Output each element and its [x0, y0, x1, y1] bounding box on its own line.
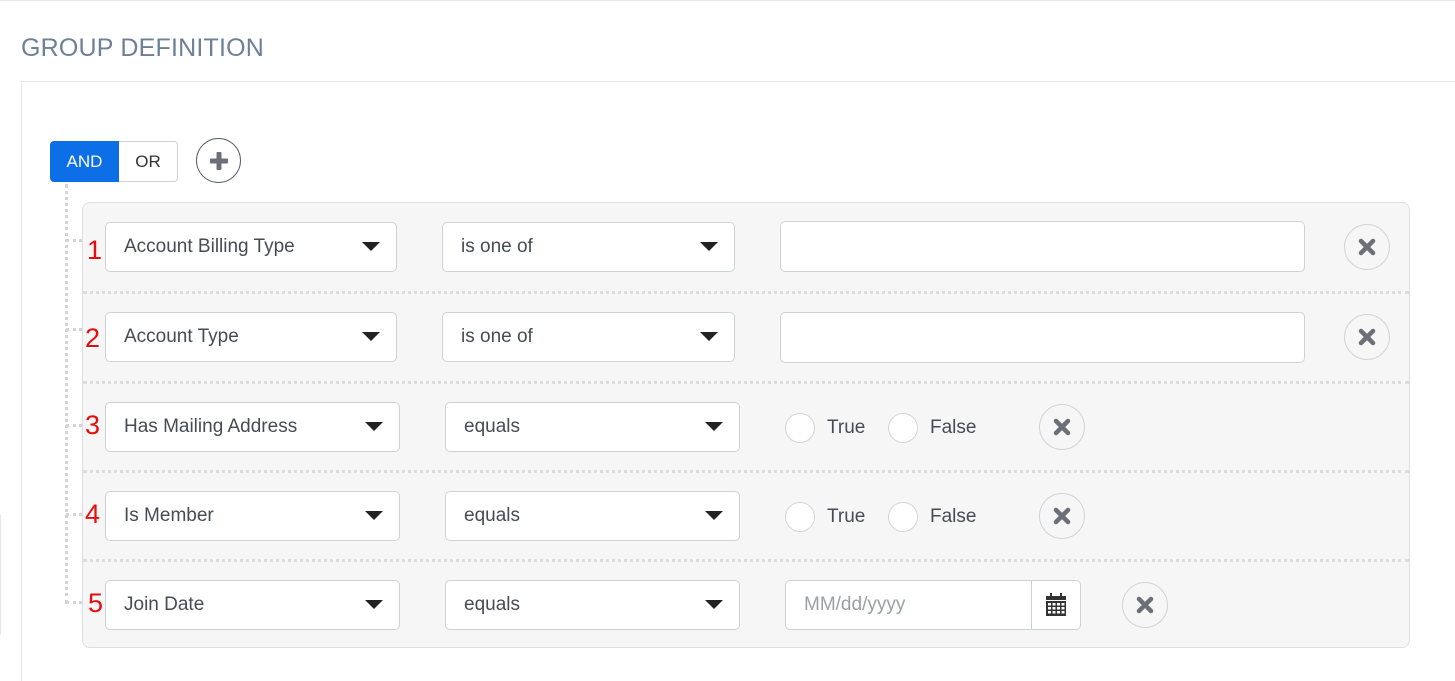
operator-select[interactable]: is one of — [442, 222, 735, 272]
close-icon — [1358, 328, 1376, 346]
tree-branch — [66, 239, 82, 242]
field-select[interactable]: Account Billing Type — [105, 222, 397, 272]
close-icon — [1053, 507, 1071, 525]
and-button[interactable]: AND — [50, 141, 119, 182]
false-label: False — [930, 417, 977, 438]
rule-number: 5 — [88, 588, 104, 618]
operator-select-value: is one of — [461, 326, 533, 347]
operator-select-value: is one of — [461, 236, 533, 257]
remove-rule-button[interactable] — [1039, 404, 1085, 450]
tree-branch — [66, 513, 82, 516]
field-select[interactable]: Has Mailing Address — [105, 402, 400, 452]
false-radio[interactable] — [888, 502, 918, 532]
caret-down-icon — [700, 242, 718, 251]
caret-down-icon — [362, 242, 380, 251]
field-select-value: Has Mailing Address — [124, 416, 298, 437]
field-select-value: Is Member — [124, 505, 214, 526]
field-select-value: Join Date — [124, 594, 205, 615]
close-icon — [1136, 596, 1154, 614]
operator-select[interactable]: equals — [445, 580, 740, 630]
rule-row: 5 Join Date equals MM/dd/yyyy — [83, 561, 1409, 650]
remove-rule-button[interactable] — [1122, 582, 1168, 628]
caret-down-icon — [365, 511, 383, 520]
top-divider — [0, 0, 1455, 1]
false-radio[interactable] — [888, 413, 918, 443]
operator-select[interactable]: equals — [445, 402, 740, 452]
caret-down-icon — [365, 600, 383, 609]
remove-rule-button[interactable] — [1039, 493, 1085, 539]
calendar-button[interactable] — [1031, 581, 1080, 629]
rule-number: 4 — [85, 499, 101, 529]
caret-down-icon — [705, 511, 723, 520]
rule-row: 2 Account Type is one of — [83, 293, 1409, 382]
operator-select[interactable]: is one of — [442, 312, 735, 362]
rule-number: 2 — [85, 323, 101, 353]
or-button[interactable]: OR — [119, 141, 178, 182]
caret-down-icon — [700, 332, 718, 341]
field-select[interactable]: Account Type — [105, 312, 397, 362]
add-rule-button[interactable] — [196, 138, 241, 183]
true-radio[interactable] — [785, 502, 815, 532]
date-field[interactable]: MM/dd/yyyy — [786, 581, 1031, 629]
close-icon — [1053, 418, 1071, 436]
tree-branch — [66, 424, 82, 427]
field-select-value: Account Billing Type — [124, 236, 295, 257]
true-radio[interactable] — [785, 413, 815, 443]
logic-toggle: AND OR — [50, 141, 178, 182]
true-label: True — [827, 417, 866, 438]
true-option[interactable]: True — [785, 501, 865, 533]
tree-branch — [66, 328, 82, 331]
rules-container: 1 Account Billing Type is one of 2 Accou… — [82, 202, 1410, 648]
remove-rule-button[interactable] — [1344, 224, 1390, 270]
value-input[interactable] — [780, 221, 1305, 272]
false-option[interactable]: False — [888, 412, 976, 444]
close-icon — [1358, 238, 1376, 256]
false-option[interactable]: False — [888, 501, 976, 533]
rule-number: 1 — [87, 235, 103, 265]
true-option[interactable]: True — [785, 412, 865, 444]
operator-select-value: equals — [464, 505, 520, 526]
caret-down-icon — [705, 422, 723, 431]
tree-branch — [66, 601, 82, 604]
field-select-value: Account Type — [124, 326, 239, 347]
caret-down-icon — [365, 422, 383, 431]
operator-select-value: equals — [464, 416, 520, 437]
caret-down-icon — [362, 332, 380, 341]
calendar-icon — [1046, 593, 1066, 616]
rule-row: 1 Account Billing Type is one of — [83, 203, 1409, 292]
value-input[interactable] — [780, 312, 1305, 363]
field-select[interactable]: Is Member — [105, 491, 400, 541]
caret-down-icon — [705, 600, 723, 609]
rule-row: 4 Is Member equals True False — [83, 472, 1409, 561]
operator-select-value: equals — [464, 594, 520, 615]
left-edge-divider — [0, 515, 1, 635]
rule-row: 3 Has Mailing Address equals True False — [83, 383, 1409, 472]
rule-number: 3 — [85, 410, 101, 440]
false-label: False — [930, 506, 977, 527]
true-label: True — [827, 506, 866, 527]
operator-select[interactable]: equals — [445, 491, 740, 541]
remove-rule-button[interactable] — [1344, 314, 1390, 360]
page-title: GROUP DEFINITION — [21, 34, 265, 62]
field-select[interactable]: Join Date — [105, 580, 400, 630]
date-input[interactable]: MM/dd/yyyy — [785, 580, 1081, 630]
plus-icon — [209, 151, 228, 170]
tree-connector — [65, 184, 68, 604]
